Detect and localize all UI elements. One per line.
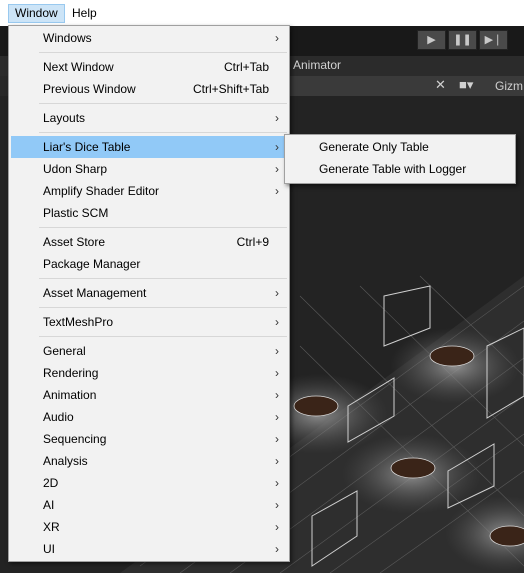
camera-icon[interactable]: ■▾ xyxy=(459,77,473,93)
chevron-right-icon: › xyxy=(275,542,279,556)
menu-item-analysis[interactable]: Analysis › xyxy=(11,450,287,472)
chevron-right-icon: › xyxy=(275,315,279,329)
menu-item-amplify-shader-editor[interactable]: Amplify Shader Editor › xyxy=(11,180,287,202)
menu-item-label: Asset Store xyxy=(43,235,106,249)
chevron-right-icon: › xyxy=(275,162,279,176)
menu-item-2d[interactable]: 2D › xyxy=(11,472,287,494)
menu-item-label: XR xyxy=(43,520,60,534)
menu-separator xyxy=(39,103,287,104)
chevron-right-icon: › xyxy=(275,184,279,198)
menu-item-animation[interactable]: Animation › xyxy=(11,384,287,406)
menu-item-ui[interactable]: UI › xyxy=(11,538,287,560)
menu-item-label: 2D xyxy=(43,476,59,490)
menu-item-label: Previous Window xyxy=(43,82,136,96)
chevron-right-icon: › xyxy=(275,388,279,402)
menu-item-plastic-scm[interactable]: Plastic SCM xyxy=(11,202,287,224)
window-menu: Windows › Next Window Ctrl+Tab Previous Wi… xyxy=(8,25,290,562)
gizmos-dropdown[interactable]: Gizm xyxy=(495,79,523,93)
menu-item-label: Windows xyxy=(43,31,92,45)
menu-item-label: AI xyxy=(43,498,55,512)
menu-item-rendering[interactable]: Rendering › xyxy=(11,362,287,384)
menu-item-audio[interactable]: Audio › xyxy=(11,406,287,428)
menu-separator xyxy=(39,278,287,279)
menu-separator xyxy=(39,52,287,53)
menu-item-generate-table-with-logger[interactable]: Generate Table with Logger xyxy=(287,158,513,180)
menu-item-generate-only-table[interactable]: Generate Only Table xyxy=(287,136,513,158)
chevron-right-icon: › xyxy=(275,476,279,490)
menu-item-textmeshpro[interactable]: TextMeshPro › xyxy=(11,311,287,333)
menu-item-xr[interactable]: XR › xyxy=(11,516,287,538)
menu-item-general[interactable]: General › xyxy=(11,340,287,362)
tab-animator[interactable]: Animator xyxy=(293,58,341,72)
menu-item-label: Next Window xyxy=(43,60,114,74)
menu-item-label: Liar's Dice Table xyxy=(43,140,131,154)
menu-item-label: General xyxy=(43,344,86,358)
menu-separator xyxy=(39,227,287,228)
menu-item-layouts[interactable]: Layouts › xyxy=(11,107,287,129)
menu-item-label: Generate Table with Logger xyxy=(319,162,467,176)
chevron-right-icon: › xyxy=(275,344,279,358)
pause-icon: ❚❚ xyxy=(453,34,472,46)
menu-item-ai[interactable]: AI › xyxy=(11,494,287,516)
step-icon: ▶❘ xyxy=(484,34,503,46)
play-button[interactable]: ▶ xyxy=(417,30,446,50)
menu-item-label: Plastic SCM xyxy=(43,206,109,220)
step-button[interactable]: ▶❘ xyxy=(479,30,508,50)
menu-item-label: Sequencing xyxy=(43,432,107,446)
menu-item-label: Generate Only Table xyxy=(319,140,429,154)
menu-item-next-window[interactable]: Next Window Ctrl+Tab xyxy=(11,56,287,78)
pause-button[interactable]: ❚❚ xyxy=(448,30,477,50)
menu-item-label: Layouts xyxy=(43,111,86,125)
menu-item-label: Audio xyxy=(43,410,74,424)
menu-item-label: Package Manager xyxy=(43,257,141,271)
menu-item-shortcut: Ctrl+Tab xyxy=(223,60,269,74)
liars-dice-submenu: Generate Only Table Generate Table with … xyxy=(284,134,516,184)
chevron-right-icon: › xyxy=(275,520,279,534)
menu-item-label: Animation xyxy=(43,388,97,402)
menu-bar: Window Help xyxy=(0,0,524,26)
menu-item-shortcut: Ctrl+Shift+Tab xyxy=(192,82,269,96)
menu-window[interactable]: Window xyxy=(8,4,65,23)
chevron-right-icon: › xyxy=(275,140,279,154)
menu-separator xyxy=(39,132,287,133)
menu-separator xyxy=(39,307,287,308)
menu-item-previous-window[interactable]: Previous Window Ctrl+Shift+Tab xyxy=(11,78,287,100)
menu-item-windows[interactable]: Windows › xyxy=(11,27,287,49)
chevron-right-icon: › xyxy=(275,432,279,446)
scene-view-toolbar: ✕ ■▾ Gizm xyxy=(289,76,524,96)
menu-item-label: Analysis xyxy=(43,454,88,468)
chevron-right-icon: › xyxy=(275,410,279,424)
menu-item-udon-sharp[interactable]: Udon Sharp › xyxy=(11,158,287,180)
chevron-right-icon: › xyxy=(275,366,279,380)
chevron-right-icon: › xyxy=(275,498,279,512)
menu-item-sequencing[interactable]: Sequencing › xyxy=(11,428,287,450)
menu-item-liars-dice-table[interactable]: Liar's Dice Table › xyxy=(11,136,287,158)
menu-item-label: UI xyxy=(43,542,55,556)
menu-item-asset-management[interactable]: Asset Management › xyxy=(11,282,287,304)
chevron-right-icon: › xyxy=(275,286,279,300)
play-icon: ▶ xyxy=(427,34,436,46)
menu-separator xyxy=(39,336,287,337)
menu-item-label: TextMeshPro xyxy=(43,315,114,329)
tools-icon[interactable]: ✕ xyxy=(435,77,446,93)
chevron-right-icon: › xyxy=(275,454,279,468)
menu-item-asset-store[interactable]: Asset Store Ctrl+9 xyxy=(11,231,287,253)
menu-item-label: Asset Management xyxy=(43,286,147,300)
chevron-right-icon: › xyxy=(275,111,279,125)
menu-item-label: Amplify Shader Editor xyxy=(43,184,160,198)
menu-item-shortcut: Ctrl+9 xyxy=(236,235,269,249)
menu-help[interactable]: Help xyxy=(66,4,103,23)
chevron-right-icon: › xyxy=(275,31,279,45)
menu-item-package-manager[interactable]: Package Manager xyxy=(11,253,287,275)
menu-item-label: Rendering xyxy=(43,366,99,380)
menu-item-label: Udon Sharp xyxy=(43,162,108,176)
